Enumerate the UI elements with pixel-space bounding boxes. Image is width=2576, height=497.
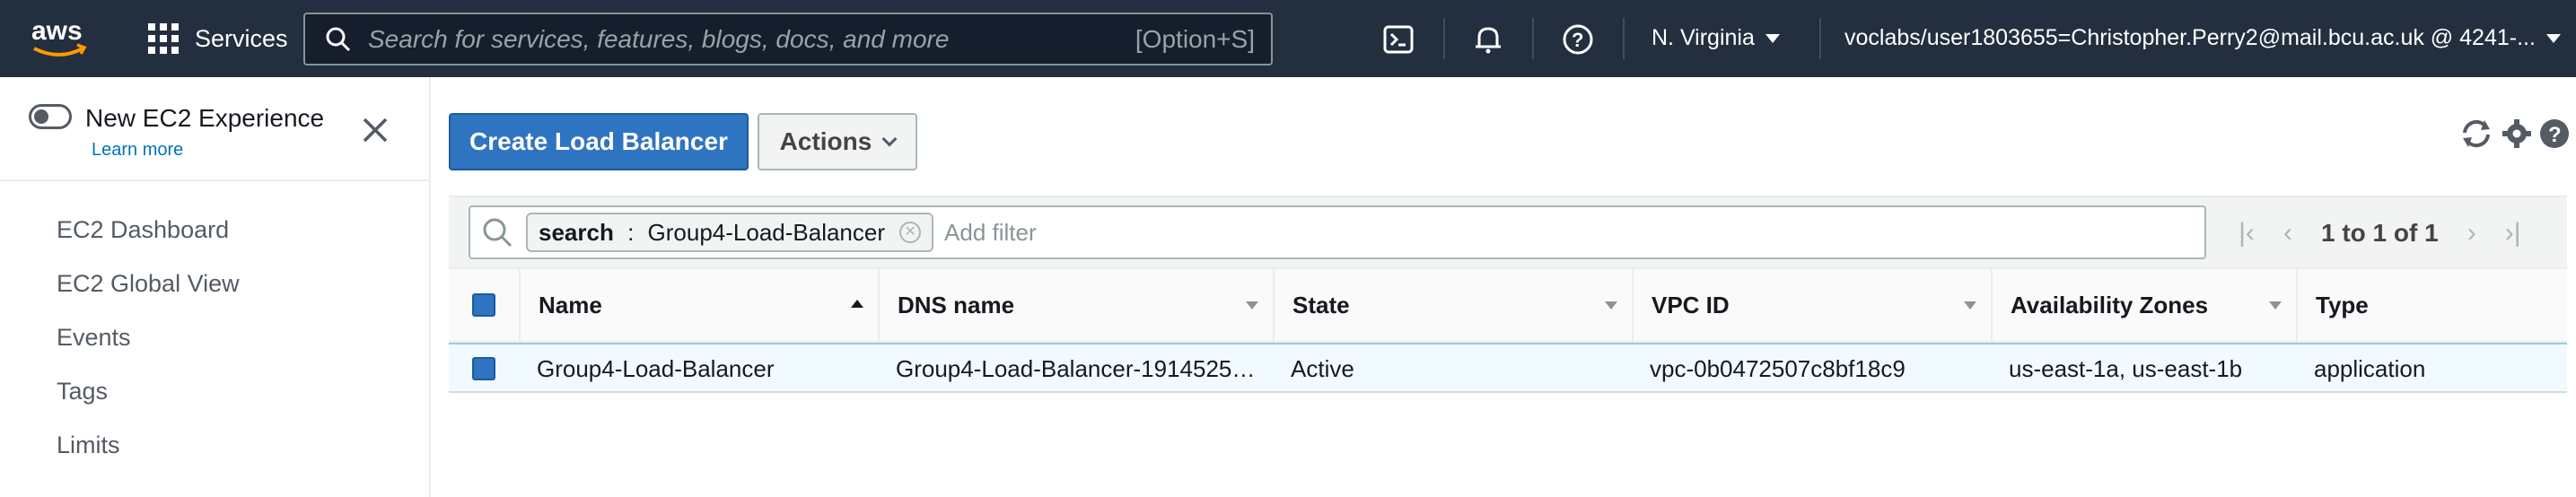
column-label: Name [539,291,602,318]
nav-divider [1819,18,1821,59]
column-label: Availability Zones [2011,291,2209,318]
column-label: State [1292,291,1350,318]
sidebar-item-ec2-global-view[interactable]: EC2 Global View [57,257,240,310]
region-label: N. Virginia [1652,25,1755,50]
column-header-vpc[interactable]: VPC ID [1634,269,1993,341]
close-icon[interactable] [362,117,389,144]
cell-name: Group4-Load-Balancer [537,354,775,382]
search-icon [326,27,351,51]
filter-input[interactable]: search : Group4-Load-Balancer ✕ Add filt… [469,205,2206,259]
help-icon[interactable]: ? [2538,118,2571,150]
gear-icon[interactable] [2501,118,2533,150]
sidebar-item-limits[interactable]: Limits [57,418,240,472]
cell-dns: Group4-Load-Balancer-1914525… [896,354,1256,382]
toolbar-icons: ? [2458,115,2571,153]
filter-token-separator: : [620,218,641,246]
sort-icon [2269,301,2282,310]
learn-more-link[interactable]: Learn more [92,140,183,161]
aws-logo-text: aws [31,16,83,46]
first-page-icon[interactable]: |‹ [2226,214,2267,253]
filter-token[interactable]: search : Group4-Load-Balancer ✕ [526,213,934,252]
global-search-input[interactable]: Search for services, features, blogs, do… [303,13,1273,65]
refresh-icon[interactable] [2458,115,2495,153]
remove-filter-icon[interactable]: ✕ [899,222,922,243]
sidebar-item-events[interactable]: Events [57,310,240,364]
new-experience-toggle[interactable] [29,104,72,129]
services-menu[interactable]: Services [148,20,288,57]
sidebar: New EC2 Experience Learn more EC2 Dashbo… [0,77,431,497]
actions-label: Actions [779,127,872,155]
cell-azs: us-east-1a, us-east-1b [2009,354,2243,382]
column-header-azs[interactable]: Availability Zones [1993,269,2298,341]
next-page-icon[interactable]: › [2451,214,2493,253]
prev-page-icon[interactable]: ‹ [2267,214,2309,253]
cloudshell-icon[interactable] [1381,22,1417,57]
filter-token-value: Group4-Load-Balancer [647,218,886,246]
caret-down-icon [2545,33,2561,43]
select-all-checkbox-cell [449,269,521,341]
sort-ascending-icon [851,300,863,308]
column-label: VPC ID [1652,291,1730,318]
create-load-balancer-button[interactable]: Create Load Balancer [449,113,749,170]
sort-icon [1605,301,1617,310]
account-label: voclabs/user1803655=Christopher.Perry2@m… [1844,25,2536,50]
actions-button[interactable]: Actions [758,113,917,170]
filter-bar: search : Group4-Load-Balancer ✕ Add filt… [449,196,2567,269]
sidebar-item-ec2-dashboard[interactable]: EC2 Dashboard [57,203,240,257]
column-header-type[interactable]: Type [2298,269,2567,341]
chevron-down-icon [881,131,898,147]
svg-text:?: ? [2548,123,2562,147]
pagination-text: 1 to 1 of 1 [2321,219,2439,247]
help-icon[interactable]: ? [1560,22,1596,57]
column-label: DNS name [898,291,1015,318]
row-checkbox[interactable] [472,357,495,380]
column-header-dns[interactable]: DNS name [880,269,1275,341]
grid-menu-icon [148,23,179,54]
column-header-state[interactable]: State [1275,269,1634,341]
table-row[interactable]: Group4-Load-Balancer Group4-Load-Balance… [449,343,2567,393]
caret-down-icon [1765,33,1780,43]
pagination: |‹ ‹ 1 to 1 of 1 › ›| [2226,214,2534,253]
search-icon [483,218,513,248]
nav-divider [1443,18,1445,59]
sidebar-item-tags[interactable]: Tags [57,364,240,418]
search-shortcut: [Option+S] [1135,24,1255,53]
region-selector[interactable]: N. Virginia [1652,25,1780,51]
select-all-checkbox[interactable] [472,293,495,317]
sort-icon [1246,301,1258,310]
sort-icon [1964,301,1976,310]
services-label: Services [195,24,288,52]
row-checkbox-cell [449,344,521,393]
cell-vpc: vpc-0b0472507c8bf18c9 [1650,354,1906,382]
svg-text:?: ? [1572,29,1583,51]
cell-type: application [2314,354,2426,382]
sidebar-divider [0,179,429,181]
nav-divider [1623,18,1625,59]
last-page-icon[interactable]: ›| [2493,214,2534,253]
aws-logo[interactable]: aws [29,14,92,63]
bell-icon[interactable] [1470,22,1506,57]
cell-state: Active [1291,354,1354,382]
top-nav: aws Services Search for services, featur… [0,0,2576,77]
search-placeholder: Search for services, features, blogs, do… [368,24,950,53]
column-label: Type [2316,291,2369,318]
new-experience-label: New EC2 Experience [85,104,325,132]
add-filter-placeholder[interactable]: Add filter [944,219,1037,247]
column-header-name[interactable]: Name [521,269,880,341]
account-menu[interactable]: voclabs/user1803655=Christopher.Perry2@m… [1844,25,2561,51]
table-header: Name DNS name State VPC ID Availability … [449,269,2567,343]
nav-divider [1532,18,1534,59]
filter-token-key: search [539,218,614,246]
